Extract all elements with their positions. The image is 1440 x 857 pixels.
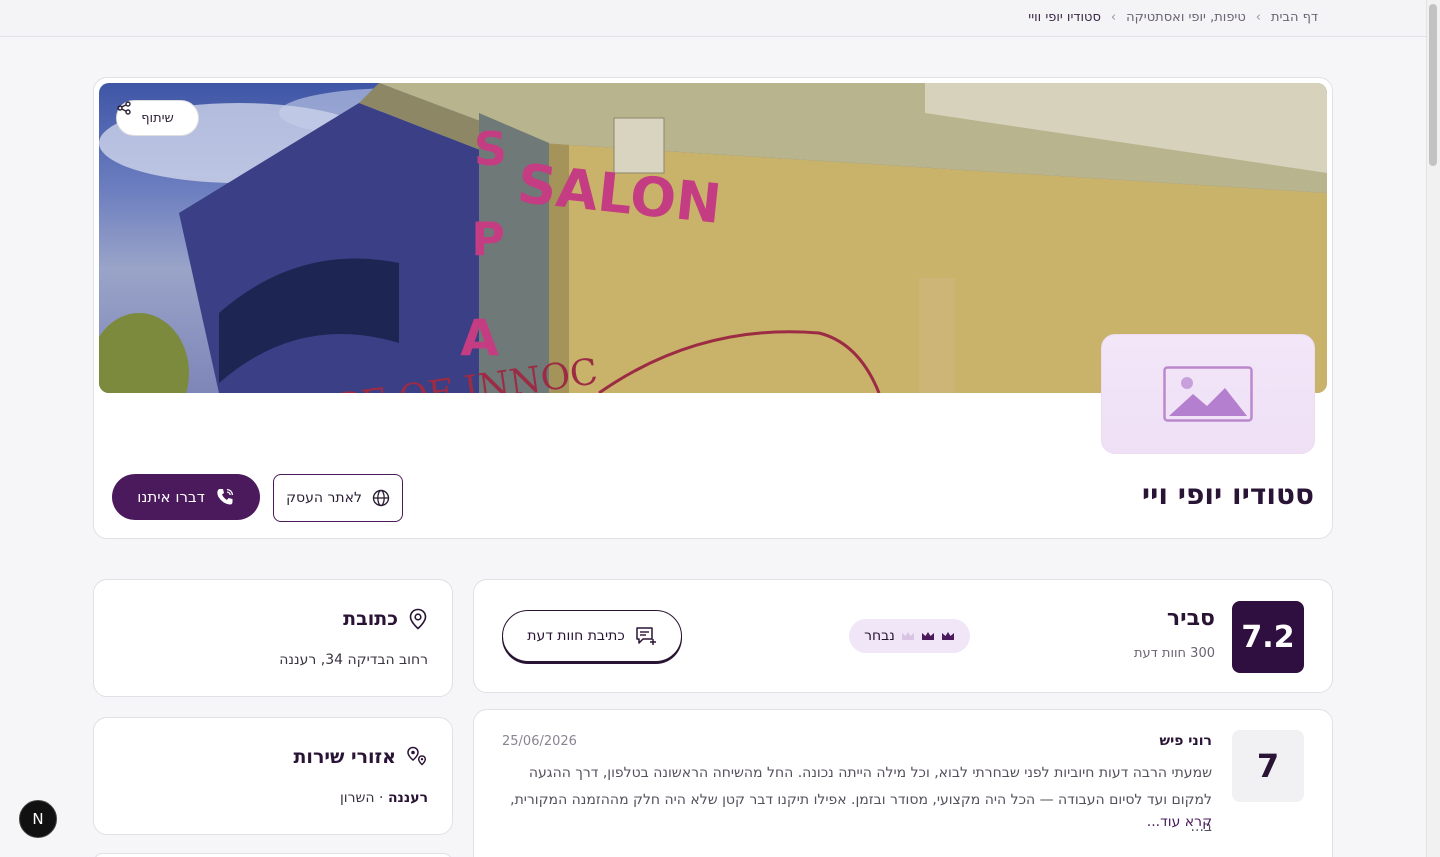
phone-icon xyxy=(217,488,233,505)
breadcrumb-home[interactable]: דף הבית xyxy=(1271,10,1318,25)
crown-icon xyxy=(941,632,954,640)
contact-us-button[interactable]: דברו איתנו xyxy=(112,474,260,520)
business-header-card: S P A SALON AGE OF INNOC שיתוף סטודיו יו… xyxy=(93,77,1333,539)
cover-sign-letter: A xyxy=(460,309,499,367)
write-review-label: כתיבת חוות דעת xyxy=(527,628,625,644)
floating-assistant-letter: N xyxy=(32,810,44,828)
cover-sign-letter: P xyxy=(471,212,505,266)
address-value: רחוב הבדיקה 34, רעננה xyxy=(279,652,428,668)
page-scrollbar[interactable] xyxy=(1426,0,1440,857)
review-score: 7 xyxy=(1232,730,1304,802)
review-text: שמעתי הרבה דעות חיוביות לפני שבחרתי לבוא… xyxy=(510,765,1212,835)
review-item: 7 רוני פיש 25/06/2026 שמעתי הרבה דעות חי… xyxy=(473,709,1333,857)
image-placeholder-icon xyxy=(1163,366,1253,422)
crown-icon xyxy=(901,632,914,640)
service-area-region: · השרון xyxy=(339,790,388,806)
service-areas-value: רעננה · השרון xyxy=(340,790,428,806)
cover-sign-letter: S xyxy=(474,122,507,176)
scrollbar-thumb[interactable] xyxy=(1429,4,1437,166)
write-review-button[interactable]: כתיבת חוות דעת xyxy=(502,610,682,662)
service-areas-title-row: אזורי שירות xyxy=(293,746,428,768)
chosen-badge: נבחר xyxy=(849,619,970,653)
service-areas-card: אזורי שירות רעננה · השרון xyxy=(93,717,453,835)
website-label: לאתר העסק xyxy=(286,490,362,506)
rating-score: 7.2 xyxy=(1232,601,1304,673)
address-title-row: כתובת xyxy=(343,608,428,630)
rating-summary-card: 7.2 סביר 300 חוות דעת נבחר כתיבת חוות דע… xyxy=(473,579,1333,693)
contact-us-label: דברו איתנו xyxy=(137,488,205,506)
rating-label: סביר xyxy=(1166,606,1215,631)
location-pin-icon xyxy=(409,608,427,630)
address-card: כתובת רחוב הבדיקה 34, רעננה xyxy=(93,579,453,697)
share-icon xyxy=(117,101,131,115)
share-button[interactable]: שיתוף xyxy=(116,100,199,136)
read-more-link[interactable]: קרא עוד... xyxy=(1147,814,1212,830)
business-logo-placeholder xyxy=(1101,334,1315,454)
crown-icon xyxy=(921,632,934,640)
globe-icon xyxy=(372,489,390,507)
next-info-card xyxy=(93,853,453,857)
address-title: כתובת xyxy=(343,608,398,630)
service-area-primary: רעננה xyxy=(387,790,428,806)
service-areas-title: אזורי שירות xyxy=(293,746,396,768)
share-label: שיתוף xyxy=(141,110,174,126)
breadcrumb-separator: › xyxy=(1110,10,1117,25)
floating-assistant-button[interactable]: N xyxy=(19,800,57,838)
route-pins-icon xyxy=(407,746,427,766)
breadcrumb-category[interactable]: טיפות, יופי ואסתטיקה xyxy=(1126,10,1246,25)
chosen-badge-label: נבחר xyxy=(864,628,895,644)
breadcrumb: דף הבית › טיפות, יופי ואסתטיקה › סטודיו … xyxy=(1028,10,1318,25)
review-count[interactable]: 300 חוות דעת xyxy=(1134,646,1215,661)
business-website-button[interactable]: לאתר העסק xyxy=(273,474,403,522)
business-name: סטודיו יופי ויי xyxy=(1141,478,1314,511)
breadcrumb-current: סטודיו יופי וויי xyxy=(1028,10,1101,25)
comment-add-icon xyxy=(636,627,656,645)
breadcrumb-bar: דף הבית › טיפות, יופי ואסתטיקה › סטודיו … xyxy=(0,0,1426,37)
breadcrumb-separator: › xyxy=(1255,10,1261,25)
reviewer-name: רוני פיש xyxy=(1159,733,1212,749)
review-date: 25/06/2026 xyxy=(502,734,577,749)
